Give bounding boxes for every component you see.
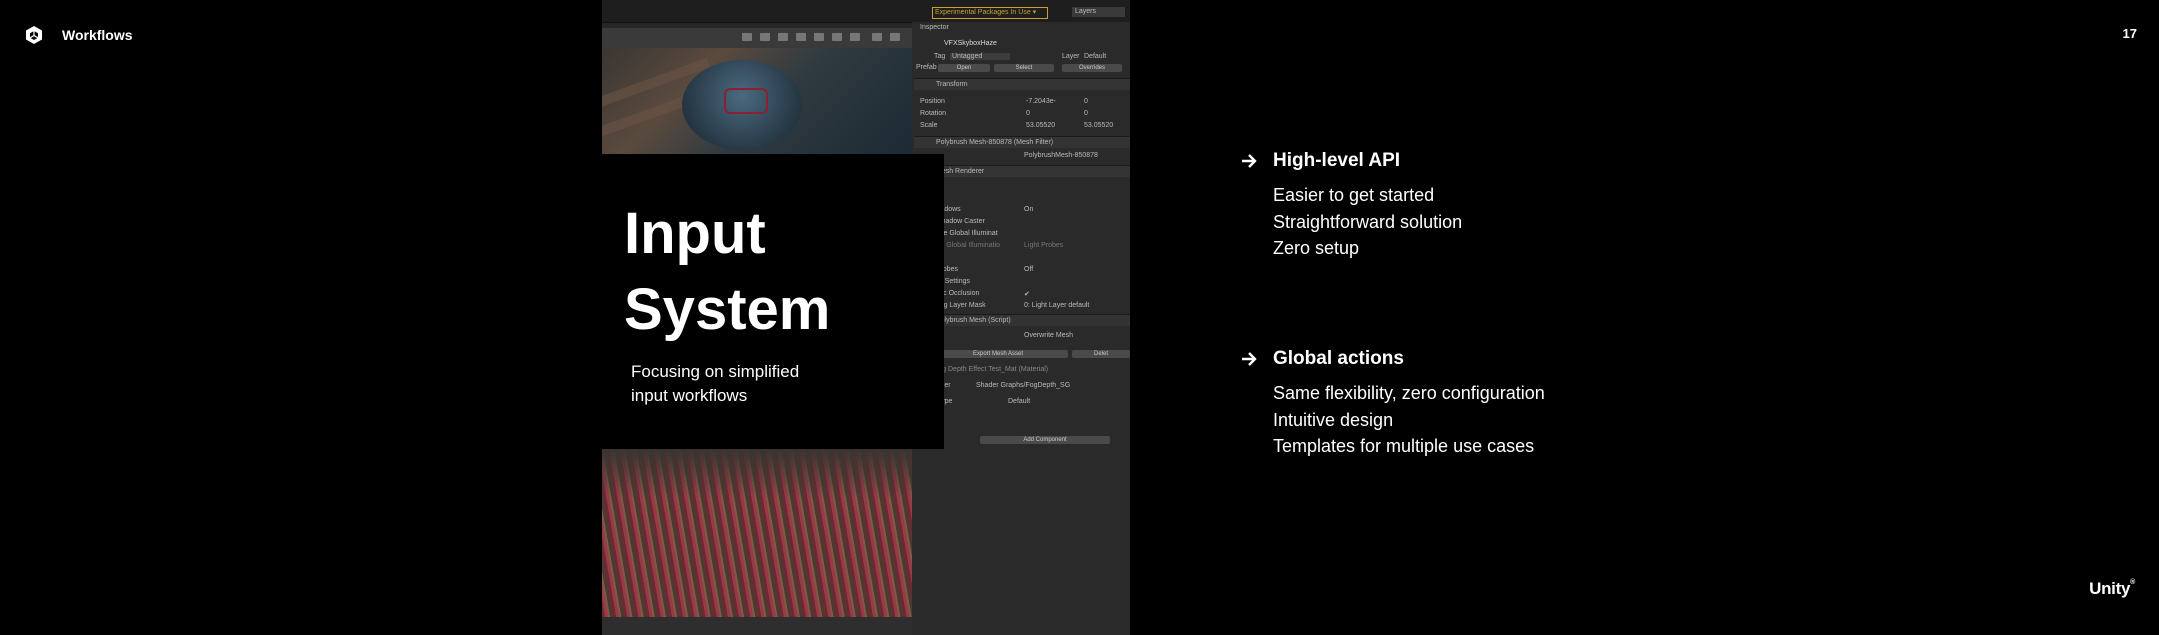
type-dropdown[interactable]: Default [1008,398,1030,405]
toolbar-icon[interactable] [778,33,788,41]
prefab-select-button[interactable]: Select [994,64,1054,72]
rotation-y[interactable]: 0 [1084,110,1088,117]
editor-toolbar: Experimental Packages In Use ▾ Layers [602,0,1130,23]
page-number: 17 [2122,26,2137,41]
export-mesh-button[interactable]: Export Mesh Asset [928,350,1068,358]
transform-section[interactable]: Transform [914,78,1130,90]
unity-cube-icon [26,26,42,44]
mode-dropdown[interactable]: Overwrite Mesh [1024,332,1073,339]
rendering-layer-dropdown[interactable]: 0: Light Layer default [1024,302,1089,309]
layers-dropdown[interactable]: Layers [1072,7,1125,17]
prefab-label: Prefab [916,64,937,71]
bullet-item: Intuitive design [1273,409,1394,430]
bullet-item: Easier to get started [1273,185,1435,205]
bullet-group-high-level-api: High-level API Easier to get started Str… [1240,148,1462,262]
object-name[interactable]: VFXSkyboxHaze [944,40,997,47]
receive-gi-dropdown[interactable]: Light Probes [1024,242,1063,249]
rotation-label: Rotation [920,110,947,117]
scene-view-toolbar [602,28,912,48]
scale-y[interactable]: 53.05520 [1084,122,1113,129]
tag-label: Tag [934,53,946,60]
unity-logo: Unity® [2089,579,2135,598]
position-y[interactable]: 0 [1084,98,1088,105]
inspector-tab[interactable]: Inspector [920,24,949,31]
mesh-renderer-section[interactable]: Mesh Renderer [914,165,1130,177]
bullet-heading: High-level API [1273,150,1401,171]
arrow-right-icon [1242,352,1257,366]
prefab-overrides-button[interactable]: Overrides [1062,64,1122,72]
slide-subtitle: Focusing on simplified input workflows [631,362,800,405]
toolbar-icon[interactable] [760,33,770,41]
bullet-item: Same flexibility, zero configuration [1273,383,1545,403]
scene-view-bottom [602,449,912,617]
toolbar-icon[interactable] [832,33,842,41]
layer-dropdown[interactable]: Default [1084,53,1106,60]
inspector-panel: Inspector VFXSkyboxHaze Tag Untagged Lay… [912,22,1130,635]
bullet-item: Templates for multiple use cases [1273,436,1535,456]
shader-dropdown[interactable]: Shader Graphs/FogDepth_SG [976,382,1070,389]
toolbar-icon[interactable] [796,33,806,41]
scale-label: Scale [920,122,938,129]
rotation-x[interactable]: 0 [1026,110,1030,117]
header-title: Workflows [62,27,133,43]
dynamic-occlusion-checkbox[interactable]: ✔ [1024,290,1030,298]
title-card: Input System Focusing on simplified inpu… [602,154,944,449]
arrow-right-icon [1242,154,1257,168]
mesh-field[interactable]: PolybrushMesh-850878 [1024,152,1098,159]
add-component-button[interactable]: Add Component [980,436,1110,444]
prefab-open-button[interactable]: Open [938,64,990,72]
toolbar-icon[interactable] [890,33,900,41]
position-label: Position [920,98,945,105]
header: Workflows [24,24,133,46]
bullet-heading: Global actions [1273,348,1404,369]
bullet-item: Zero setup [1273,238,1360,258]
scale-x[interactable]: 53.05520 [1026,122,1055,129]
bullet-group-global-actions: Global actions Same flexibility, zero co… [1240,346,1545,460]
layer-label: Layer [1062,53,1080,60]
scene-view-top [602,48,912,154]
slide-title: Input System [624,201,831,342]
bullet-item: Straightforward solution [1273,211,1463,232]
mesh-filter-section[interactable]: Polybrush Mesh-850878 (Mesh Filter) [914,136,1130,148]
script-section[interactable]: Polybrush Mesh (Script) [914,314,1130,326]
toolbar-icon[interactable] [850,33,860,41]
tag-dropdown[interactable]: Untagged [952,53,982,60]
experimental-packages-dropdown[interactable]: Experimental Packages In Use ▾ [932,7,1048,19]
material-label: Fog Depth Effect Test_Mat (Material) [934,366,1049,373]
toolbar-icon[interactable] [872,33,882,41]
unity-logo-text: Unity [2089,579,2131,598]
light-probes-dropdown[interactable]: Off [1024,266,1033,273]
delete-button[interactable]: Delet [1072,350,1130,358]
position-x[interactable]: -7.2043e- [1026,98,1056,105]
cast-shadows-dropdown[interactable]: On [1024,206,1033,213]
editor-status-bar [602,617,912,635]
toolbar-icon[interactable] [742,33,752,41]
toolbar-icon[interactable] [814,33,824,41]
